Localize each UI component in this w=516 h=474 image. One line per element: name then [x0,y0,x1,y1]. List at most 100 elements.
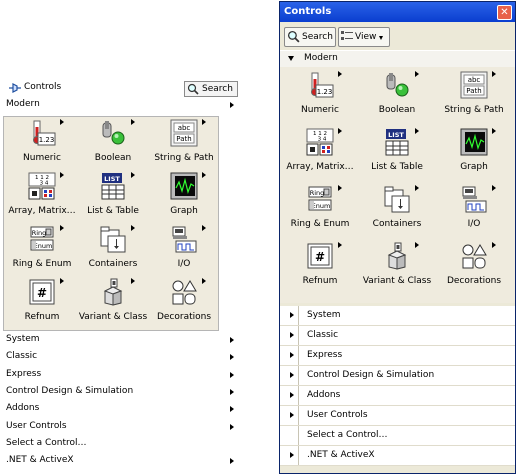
palette-item-label: Numeric [301,105,339,115]
array-matrix-icon: 1 1 23 4 [306,128,334,156]
search-button[interactable]: Search [184,81,238,97]
close-icon[interactable]: ✕ [497,5,512,20]
submenu-arrow-icon [230,406,234,413]
submenu-arrow-icon [230,388,234,395]
string-path-icon: abc Path [460,71,488,99]
category-system[interactable]: System [280,306,515,326]
category-net-activex[interactable]: .NET & ActiveX [280,446,515,466]
category-label: Select a Control… [307,430,388,440]
ring-enum-icon: Ring Enum [28,225,56,253]
palette-item-ring-enum[interactable]: Ring Enum Ring & Enum [282,185,358,235]
refnum-icon: # [306,242,334,270]
submenu-arrow-icon [202,119,206,125]
submenu-arrow-icon [60,225,64,231]
palette-item-variant-class[interactable]: Variant & Class [359,242,435,292]
divider [298,446,299,465]
category-user-controls[interactable]: User Controls [280,406,515,426]
palette-item-list-table[interactable]: LIST List & Table [359,128,435,178]
menu-item-label: Express [6,368,42,379]
palette-item-io[interactable]: I/O [146,225,222,275]
submenu-arrow-icon [230,458,234,465]
category-label: Control Design & Simulation [307,370,435,380]
submenu-arrow-icon [415,71,419,77]
palette-item-label: Variant & Class [362,276,432,286]
search-label: Search [202,84,233,94]
divider [298,326,299,345]
palette-toolbar: Search View [280,23,515,47]
palette-item-containers[interactable]: Containers [359,185,435,235]
expand-triangle-icon [290,352,294,358]
palette-item-decorations[interactable]: Decorations [146,278,222,328]
submenu-arrow-icon [415,128,419,134]
divider [298,406,299,425]
array-matrix-icon: 1 1 23 4 [28,172,56,200]
menu-item-label: Classic [6,351,38,362]
svg-text:Ring: Ring [310,189,325,197]
menu-item-user-controls[interactable]: User Controls [0,418,238,435]
containers-icon [99,225,127,253]
palette-item-graph[interactable]: Graph [146,172,222,222]
palette-item-array-matrix[interactable]: 1 1 23 4 Array, Matrix… [282,128,358,178]
menu-item-control-design-simulation[interactable]: Control Design & Simulation [0,383,238,400]
boolean-icon [99,119,127,147]
category-modern-header[interactable]: Modern [280,50,515,68]
graph-icon [460,128,488,156]
category-classic[interactable]: Classic [280,326,515,346]
menu-item-modern[interactable]: Modern [0,96,238,113]
menu-item-net-activex[interactable]: .NET & ActiveX [0,452,238,469]
svg-text:LIST: LIST [104,175,120,183]
menu-item-label: .NET & ActiveX [6,455,74,466]
view-button[interactable]: View [338,27,390,47]
window-title: Controls [284,6,332,17]
expand-triangle-icon [290,412,294,418]
menu-item-system[interactable]: System [0,331,238,348]
palette-item-label: I/O [467,219,481,229]
menu-item-label: Select a Control… [6,437,87,448]
submenu-arrow-icon [131,119,135,125]
divider [298,426,299,445]
palette-item-label: Graph [460,162,488,172]
palette-item-graph[interactable]: Graph [436,128,512,178]
chevron-down-icon [379,36,383,40]
svg-text:1.23: 1.23 [317,88,333,96]
string-path-icon: abc Path [170,119,198,147]
palette-item-label: I/O [177,259,191,269]
menu-item-select-a-control[interactable]: Select a Control… [0,435,238,452]
palette-item-numeric[interactable]: 1.23 Numeric [282,71,358,121]
submenu-arrow-icon [60,172,64,178]
palette-item-label: Refnum [302,276,338,286]
palette-item-boolean[interactable]: Boolean [359,71,435,121]
palette-item-string-path[interactable]: abc Path String & Path [146,119,222,169]
category-express[interactable]: Express [280,346,515,366]
io-icon [460,185,488,213]
submenu-arrow-icon [492,71,496,77]
submenu-arrow-icon [415,242,419,248]
window-titlebar[interactable]: Controls ✕ [280,2,515,22]
category-label: System [307,310,341,320]
modern-palette: 1.23 Numeric Boolean abc Path String & Path 1 … [3,116,219,331]
palette-item-io[interactable]: I/O [436,185,512,235]
category-select-a-control[interactable]: Select a Control… [280,426,515,446]
popup-title: Controls [24,82,62,92]
menu-item-classic[interactable]: Classic [0,348,238,365]
palette-item-refnum[interactable]: # Refnum [282,242,358,292]
view-options-icon [341,31,353,49]
category-addons[interactable]: Addons [280,386,515,406]
menu-item-label: Control Design & Simulation [6,385,134,396]
submenu-arrow-icon [230,337,234,343]
popup-header: Controls Search [0,80,238,97]
search-button[interactable]: Search [284,27,336,47]
category-control-design-simulation[interactable]: Control Design & Simulation [280,366,515,386]
palette-item-decorations[interactable]: Decorations [436,242,512,292]
view-label: View [355,32,377,42]
menu-item-addons[interactable]: Addons [0,400,238,417]
submenu-arrow-icon [230,423,234,430]
submenu-arrow-icon [492,185,496,191]
pin-icon[interactable] [8,82,22,94]
expand-triangle-icon [290,372,294,378]
submenu-arrow-icon [492,242,496,248]
category-label: .NET & ActiveX [307,450,375,460]
svg-text:3 4: 3 4 [318,137,327,143]
palette-item-string-path[interactable]: abc Path String & Path [436,71,512,121]
menu-item-express[interactable]: Express [0,366,238,383]
